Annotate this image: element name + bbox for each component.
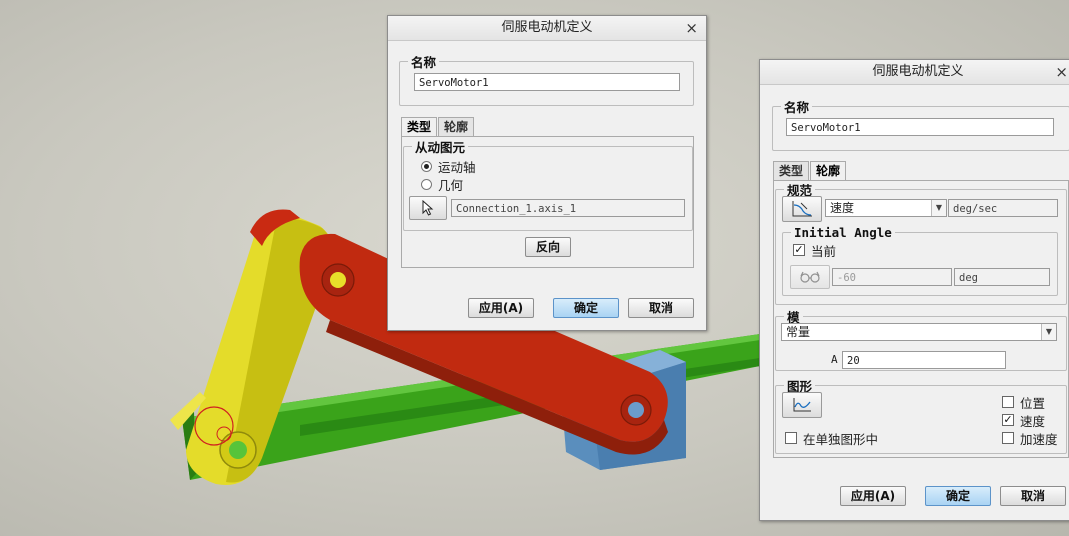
driven-entity-legend: 从动图元 — [415, 140, 466, 155]
name-group-legend: 名称 — [784, 100, 810, 115]
graph-position-label: 位置 — [1020, 395, 1046, 411]
servo-motor-dialog-type: 伺服电动机定义 × 名称 ServoMotor1 类型 轮廓 从动图元 运动轴 … — [387, 15, 707, 331]
current-angle-label: 当前 — [811, 243, 837, 259]
radio-geometry-label: 几何 — [438, 177, 464, 193]
checkmark-icon: ✓ — [793, 243, 805, 256]
graph-position-checkbox[interactable]: 位置 — [1002, 394, 1046, 411]
coefficient-a-input[interactable]: 20 — [842, 351, 1006, 369]
cancel-button[interactable]: 取消 — [1000, 486, 1066, 506]
checkbox-box — [1002, 396, 1014, 408]
checkmark-icon: ✓ — [1002, 413, 1014, 426]
graph-acceleration-checkbox[interactable]: 加速度 — [1002, 430, 1058, 447]
separate-graph-label: 在单独图形中 — [803, 431, 879, 447]
initial-angle-value: -60 — [832, 268, 952, 286]
servo-motor-dialog-profile: 伺服电动机定义 × 名称 ServoMotor1 类型 轮廓 规范 速度 ▼ d… — [759, 59, 1069, 521]
dialog-titlebar: 伺服电动机定义 × — [388, 16, 706, 41]
checkbox-box — [1002, 432, 1014, 444]
tab-type[interactable]: 类型 — [773, 161, 810, 181]
tab-profile[interactable]: 轮廓 — [810, 161, 847, 182]
select-reference-button[interactable] — [409, 196, 447, 220]
graph-acceleration-label: 加速度 — [1020, 431, 1058, 447]
apply-button[interactable]: 应用(A) — [468, 298, 534, 318]
name-group-legend: 名称 — [411, 55, 437, 70]
graph-velocity-checkbox[interactable]: ✓ 速度 — [1002, 412, 1046, 429]
name-input[interactable]: ServoMotor1 — [786, 118, 1054, 136]
dialog-titlebar: 伺服电动机定义 × — [760, 60, 1069, 85]
name-input[interactable]: ServoMotor1 — [414, 73, 680, 91]
radio-geometry[interactable]: 几何 — [421, 176, 464, 193]
cancel-button[interactable]: 取消 — [628, 298, 694, 318]
cursor-arrow-icon — [422, 200, 434, 216]
tab-profile[interactable]: 轮廓 — [438, 117, 475, 137]
specification-select[interactable]: 速度 ▼ — [825, 199, 947, 217]
dialog-tabs: 类型 轮廓 — [401, 117, 475, 138]
initial-angle-unit: deg — [954, 268, 1050, 286]
chevron-down-icon: ▼ — [931, 200, 946, 216]
current-angle-checkbox[interactable]: ✓ 当前 — [793, 242, 837, 259]
model-select-value: 常量 — [786, 325, 811, 339]
radio-motion-axis[interactable]: 运动轴 — [421, 158, 476, 175]
reverse-button[interactable]: 反向 — [525, 237, 571, 257]
ok-button[interactable]: 确定 — [925, 486, 991, 506]
close-icon[interactable]: × — [685, 16, 698, 40]
chevron-down-icon: ▼ — [1041, 324, 1056, 340]
ok-button[interactable]: 确定 — [553, 298, 619, 318]
radio-indicator — [421, 160, 432, 172]
driven-reference-field[interactable]: Connection_1.axis_1 — [451, 199, 685, 217]
specification-select-value: 速度 — [830, 201, 855, 215]
measure-angle-button[interactable] — [790, 265, 830, 289]
dialog-title: 伺服电动机定义 — [501, 20, 593, 35]
apply-button[interactable]: 应用(A) — [840, 486, 906, 506]
dialog-title: 伺服电动机定义 — [872, 64, 964, 79]
specification-unit-field: deg/sec — [948, 199, 1058, 217]
graph-plot-icon — [793, 398, 811, 412]
model-select[interactable]: 常量 ▼ — [781, 323, 1057, 341]
radio-motion-axis-label: 运动轴 — [438, 159, 476, 175]
tab-type[interactable]: 类型 — [401, 117, 438, 138]
radio-indicator — [421, 178, 432, 190]
dialog-tabs: 类型 轮廓 — [773, 161, 847, 182]
glasses-icon — [800, 271, 820, 283]
separate-graph-checkbox[interactable]: 在单独图形中 — [785, 430, 879, 447]
graph-velocity-label: 速度 — [1020, 413, 1046, 429]
velocity-graph-icon — [792, 201, 812, 217]
checkbox-box — [785, 432, 797, 444]
close-icon[interactable]: × — [1055, 60, 1068, 84]
initial-angle-legend: Initial Angle — [794, 225, 892, 240]
graph-button[interactable] — [782, 392, 822, 418]
coefficient-a-label: A — [831, 353, 838, 366]
specification-graph-button[interactable] — [782, 196, 822, 222]
